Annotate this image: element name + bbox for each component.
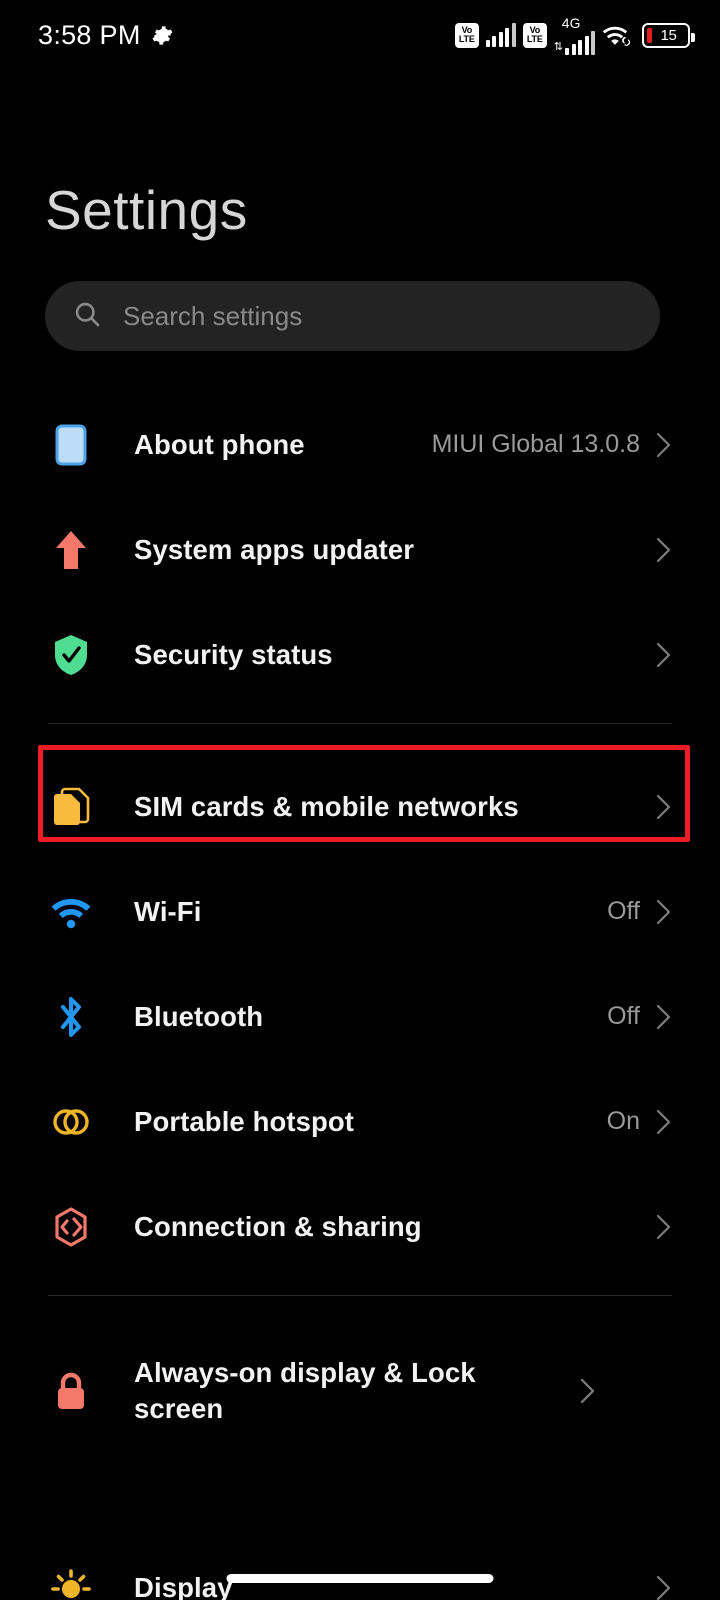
- connection-share-icon: [48, 1206, 94, 1248]
- settings-row-display[interactable]: Display: [0, 1535, 720, 1600]
- settings-row-label: Portable hotspot: [134, 1105, 355, 1137]
- chevron-right-icon: [656, 642, 671, 667]
- page-title: Settings: [45, 179, 248, 241]
- settings-screen: 3:58 PM Vo LTE Vo LTE 4G ⇅ 15 Settings S…: [0, 0, 720, 1600]
- chevron-right-icon: [656, 1109, 671, 1134]
- highlighted-row-wrapper: SIM cards & mobile networks: [0, 745, 720, 859]
- chevron-right-icon: [656, 899, 671, 924]
- chevron-right-icon: [656, 537, 671, 562]
- volte-sim1-bottom: LTE: [458, 34, 475, 44]
- network-type-label: 4G: [561, 14, 581, 31]
- settings-row-security-status[interactable]: Security status: [0, 602, 720, 707]
- status-bar-right: Vo LTE Vo LTE 4G ⇅ 15: [454, 16, 695, 55]
- chevron-right-icon: [580, 1378, 595, 1404]
- data-activity-icon: ⇅: [553, 41, 563, 53]
- group-divider: [48, 1295, 672, 1296]
- settings-row-system-apps-updater[interactable]: System apps updater: [0, 497, 720, 602]
- search-input[interactable]: Search settings: [45, 281, 660, 351]
- up-arrow-icon: [48, 529, 94, 571]
- gear-icon: [152, 25, 173, 46]
- settings-row-about-phone[interactable]: About phone MIUI Global 13.0.8: [0, 392, 720, 497]
- hotspot-icon: [48, 1102, 94, 1142]
- group-divider: [48, 723, 672, 724]
- battery-level-label: 15: [660, 26, 677, 44]
- chevron-right-icon: [656, 432, 671, 457]
- settings-row-value: Off: [607, 897, 640, 925]
- settings-row-always-on-display-lock-screen[interactable]: Always-on display & Lock screen: [0, 1326, 720, 1456]
- settings-row-sim-cards-mobile-networks[interactable]: SIM cards & mobile networks: [0, 754, 720, 859]
- bluetooth-icon: [48, 995, 94, 1039]
- chevron-right-icon: [656, 794, 671, 819]
- settings-row-label: SIM cards & mobile networks: [134, 790, 519, 822]
- chevron-right-icon: [656, 1575, 671, 1600]
- sim-card-icon: [48, 785, 94, 829]
- volte-sim2-icon: Vo LTE: [522, 22, 547, 48]
- search-icon: [73, 300, 101, 333]
- network-type-group: 4G ⇅: [554, 16, 595, 55]
- settings-row-value: Off: [607, 1002, 640, 1030]
- settings-row-wifi[interactable]: Wi-Fi Off: [0, 859, 720, 964]
- status-bar: 3:58 PM Vo LTE Vo LTE 4G ⇅ 15: [0, 0, 720, 70]
- settings-row-portable-hotspot[interactable]: Portable hotspot On: [0, 1069, 720, 1174]
- shield-check-icon: [48, 634, 94, 676]
- home-gesture-pill[interactable]: [226, 1574, 494, 1583]
- volte-sim2-bottom: LTE: [526, 34, 543, 44]
- status-bar-left: 3:58 PM: [38, 20, 173, 51]
- settings-row-label: About phone: [134, 428, 305, 460]
- volte-sim1-icon: Vo LTE: [454, 22, 479, 48]
- settings-row-label: Connection & sharing: [134, 1210, 422, 1242]
- lock-icon: [48, 1370, 94, 1412]
- settings-row-label: Wi-Fi: [134, 895, 202, 927]
- chevron-right-icon: [656, 1004, 671, 1029]
- settings-row-label: Security status: [134, 638, 333, 670]
- phone-icon: [48, 424, 94, 466]
- settings-row-label: Bluetooth: [134, 1000, 264, 1032]
- chevron-right-icon: [656, 1214, 671, 1239]
- settings-row-value: MIUI Global 13.0.8: [431, 430, 640, 458]
- search-placeholder: Search settings: [123, 300, 303, 331]
- settings-list: About phone MIUI Global 13.0.8 System ap…: [0, 392, 720, 1456]
- settings-row-value: On: [606, 1107, 640, 1135]
- settings-list-partial: Display: [0, 1535, 720, 1600]
- wifi-icon: [48, 895, 94, 929]
- signal-bars-sim1-icon: [485, 23, 516, 47]
- status-clock: 3:58 PM: [38, 19, 141, 50]
- settings-row-label: System apps updater: [134, 533, 415, 565]
- settings-row-bluetooth[interactable]: Bluetooth Off: [0, 964, 720, 1069]
- sun-icon: [48, 1568, 94, 1600]
- battery-icon: 15: [642, 22, 695, 48]
- settings-row-connection-sharing[interactable]: Connection & sharing: [0, 1174, 720, 1279]
- wifi-icon: [602, 23, 632, 48]
- settings-row-label: Always-on display & Lock screen: [134, 1357, 476, 1424]
- signal-bars-sim2-icon: ⇅: [553, 30, 595, 55]
